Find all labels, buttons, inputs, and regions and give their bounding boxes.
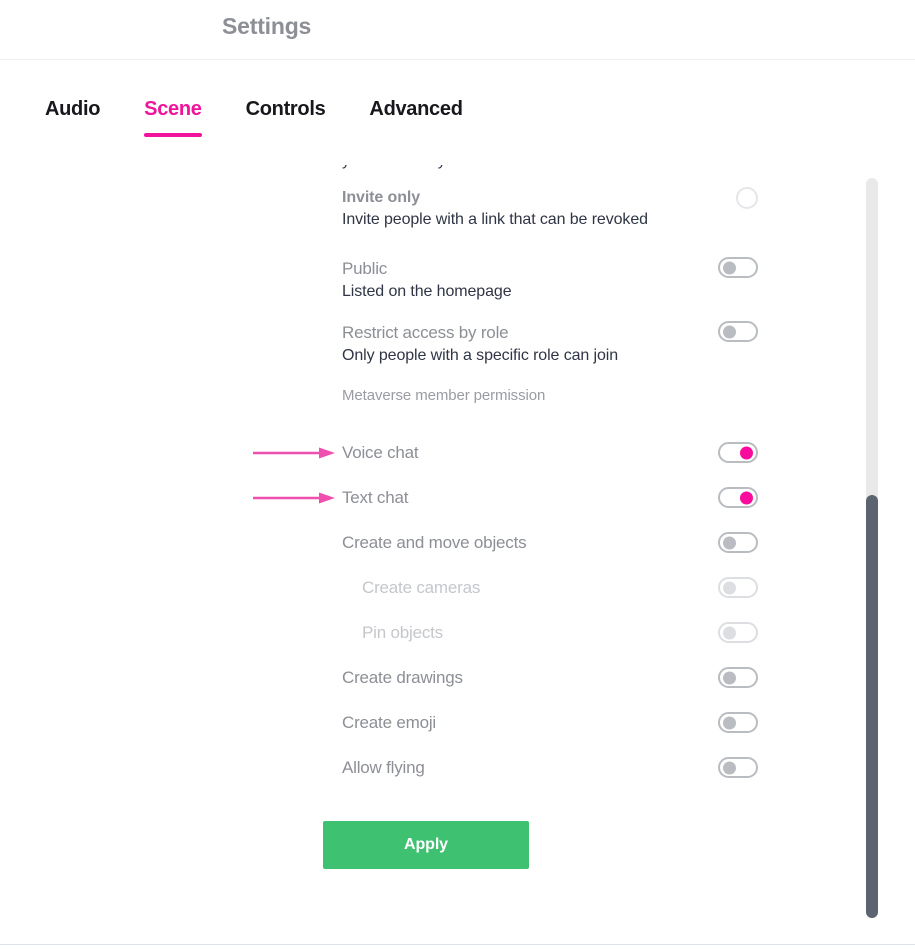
permission-control: [710, 577, 758, 598]
permission-toggle: [718, 622, 758, 643]
toggle-knob: [723, 581, 736, 594]
toggle-knob: [723, 626, 736, 639]
tab-label: Scene: [144, 98, 202, 120]
restrict-by-role-description: Only people with a specific role can joi…: [342, 347, 619, 364]
public-control: [710, 257, 758, 278]
invite-only-description: Invite people with a link that can be re…: [342, 211, 648, 228]
scrollbar-thumb[interactable]: [866, 495, 878, 918]
public-toggle[interactable]: [718, 257, 758, 278]
permission-control: [710, 622, 758, 643]
permission-label: Create and move objects: [342, 532, 527, 552]
permission-control: [710, 712, 758, 733]
setting-row-invite-only[interactable]: Invite only Invite people with a link th…: [0, 187, 915, 231]
permission-control: [710, 667, 758, 688]
permission-control: [710, 532, 758, 553]
invite-only-title: Invite only: [342, 189, 421, 206]
tab-scene[interactable]: Scene: [144, 98, 203, 139]
setting-row-create-and-move-objects[interactable]: Create and move objects: [0, 520, 915, 565]
settings-scroll-area[interactable]: y. . . . . . . . . . y Invite only Invit…: [0, 165, 915, 944]
annotation-arrow-icon: [253, 447, 335, 458]
permission-toggle[interactable]: [718, 532, 758, 553]
tab-label: Audio: [45, 98, 101, 120]
setting-row-voice-chat[interactable]: Voice chat: [0, 430, 915, 475]
setting-row-create-emoji[interactable]: Create emoji: [0, 700, 915, 745]
public-title: Public: [342, 259, 388, 278]
toggle-knob: [723, 325, 736, 338]
tab-list: Audio Scene Controls Advanced: [45, 98, 463, 139]
permission-control: [710, 442, 758, 463]
permission-label: Voice chat: [342, 442, 419, 462]
tab-label: Controls: [245, 98, 326, 120]
restrict-by-role-control: [710, 321, 758, 342]
page-title: Settings: [222, 13, 312, 39]
permission-label: Allow flying: [342, 757, 425, 777]
permission-list: Voice chat Text chat Create and move objec…: [0, 430, 915, 790]
tab-advanced[interactable]: Advanced: [369, 98, 462, 139]
permission-toggle[interactable]: [718, 442, 758, 463]
tab-label: Advanced: [369, 98, 463, 120]
footer-divider: [0, 944, 915, 945]
settings-list: y. . . . . . . . . . y Invite only Invit…: [0, 165, 915, 869]
permission-toggle[interactable]: [718, 712, 758, 733]
permission-labels: Create drawings: [342, 666, 698, 690]
section-header-member-permission: Metaverse member permission: [0, 385, 915, 419]
toggle-knob: [723, 716, 736, 729]
permission-labels: Text chat: [342, 486, 698, 510]
tab-audio[interactable]: Audio: [45, 98, 100, 139]
permission-label: Pin objects: [362, 622, 443, 642]
toggle-knob: [723, 536, 736, 549]
app-header: Settings: [0, 0, 915, 60]
section-header-labels: Metaverse member permission: [342, 385, 698, 407]
toggle-knob: [723, 761, 736, 774]
permission-labels: Create and move objects: [342, 531, 698, 555]
setting-row-pin-objects[interactable]: Pin objects: [0, 610, 915, 655]
permission-toggle[interactable]: [718, 667, 758, 688]
public-labels: Public Listed on the homepage: [342, 257, 698, 303]
permission-toggle[interactable]: [718, 757, 758, 778]
permission-label: Create drawings: [342, 667, 463, 687]
permission-label: Create emoji: [342, 712, 436, 732]
annotation-arrow-icon: [253, 492, 335, 503]
permission-label: Text chat: [342, 487, 409, 507]
permission-label: Create cameras: [362, 577, 481, 597]
permission-labels: Voice chat: [342, 441, 698, 465]
setting-row-create-cameras[interactable]: Create cameras: [0, 565, 915, 610]
toggle-knob: [723, 671, 736, 684]
tab-bar: Audio Scene Controls Advanced: [0, 60, 915, 165]
apply-button[interactable]: Apply: [323, 821, 529, 869]
setting-row-text-chat[interactable]: Text chat: [0, 475, 915, 520]
setting-row-create-drawings[interactable]: Create drawings: [0, 655, 915, 700]
permission-toggle[interactable]: [718, 487, 758, 508]
restrict-by-role-toggle[interactable]: [718, 321, 758, 342]
permission-control: [710, 487, 758, 508]
section-header-label: Metaverse member permission: [342, 387, 546, 404]
permission-labels: Create cameras: [362, 576, 698, 600]
permission-toggle: [718, 577, 758, 598]
permission-labels: Pin objects: [362, 621, 698, 645]
invite-only-radio[interactable]: [736, 187, 758, 209]
clipped-top-text: y. . . . . . . . . . y: [342, 165, 446, 170]
restrict-by-role-title: Restrict access by role: [342, 323, 509, 342]
permission-control: [710, 757, 758, 778]
setting-row-allow-flying[interactable]: Allow flying: [0, 745, 915, 790]
tab-controls[interactable]: Controls: [246, 98, 326, 139]
setting-row-restrict-by-role[interactable]: Restrict access by role Only people with…: [0, 321, 915, 367]
toggle-knob: [740, 491, 753, 504]
clipped-top-row: y. . . . . . . . . . y: [0, 165, 915, 187]
apply-button-row: Apply: [0, 790, 915, 869]
setting-row-public[interactable]: Public Listed on the homepage: [0, 257, 915, 303]
toggle-knob: [740, 446, 753, 459]
invite-only-labels: Invite only Invite people with a link th…: [342, 187, 698, 231]
permission-labels: Create emoji: [342, 711, 698, 735]
toggle-knob: [723, 261, 736, 274]
invite-only-control: [710, 187, 758, 209]
public-description: Listed on the homepage: [342, 283, 512, 300]
restrict-by-role-labels: Restrict access by role Only people with…: [342, 321, 698, 367]
permission-labels: Allow flying: [342, 756, 698, 780]
